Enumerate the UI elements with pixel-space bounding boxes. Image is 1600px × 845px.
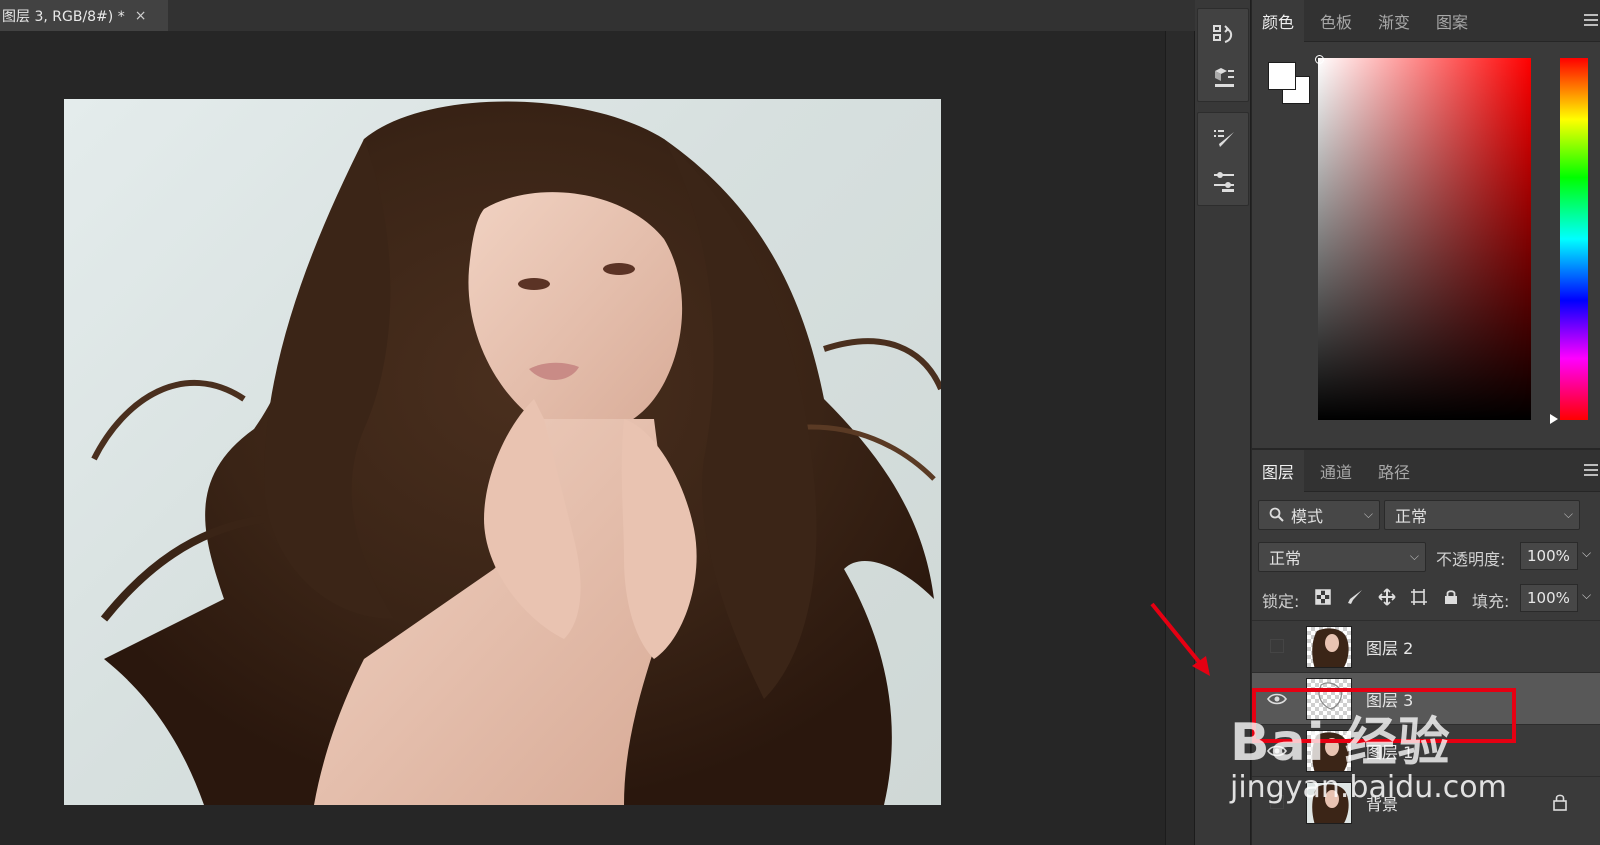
brush-settings-icon[interactable]: [1198, 119, 1250, 159]
history-icon[interactable]: [1198, 15, 1250, 55]
layer-thumbnail[interactable]: [1306, 626, 1352, 668]
visibility-toggle[interactable]: [1270, 795, 1284, 809]
tab-color[interactable]: 颜色: [1252, 0, 1305, 42]
search-icon: [1269, 507, 1284, 522]
panel-menu-icon[interactable]: [1584, 14, 1598, 26]
color-field-marker[interactable]: [1315, 55, 1324, 64]
document-tab-title: 图层 3, RGB/8#) *: [2, 8, 125, 25]
tab-swatches[interactable]: 色板: [1310, 0, 1362, 42]
lock-all-icon[interactable]: [1440, 586, 1462, 608]
layers-panel: 图层 通道 路径 模式 ⌵ 正常 ⌵ 正常 ⌵ 不透明度: 100% ⌵ 锁定:: [1252, 450, 1600, 845]
tab-layers[interactable]: 图层: [1252, 450, 1305, 492]
tool-group-1: [1197, 8, 1249, 102]
opacity-input[interactable]: 100%: [1520, 542, 1578, 570]
layer-row[interactable]: 背景: [1252, 776, 1600, 828]
lock-image-pixels-icon[interactable]: [1344, 586, 1366, 608]
layer-name: 图层 2: [1366, 638, 1414, 658]
portrait-photo: [91, 101, 941, 805]
layers-panel-menu-icon[interactable]: [1584, 464, 1598, 476]
photoshop-window: 图层 3, RGB/8#) * × 颜色 色板 渐变 图案 图层 通道 路径 模…: [0, 0, 1600, 845]
document-tab-bar: 图层 3, RGB/8#) * ×: [0, 0, 1195, 31]
foreground-color-swatch[interactable]: [1268, 62, 1296, 90]
close-tab-icon[interactable]: ×: [135, 8, 147, 24]
lock-artboard-icon[interactable]: [1408, 586, 1430, 608]
chevron-down-icon: ⌵: [1409, 549, 1419, 563]
opacity-label: 不透明度:: [1436, 550, 1506, 569]
layers-panel-tabs: 图层 通道 路径: [1252, 450, 1600, 492]
fill-input[interactable]: 100%: [1520, 584, 1578, 612]
3d-material-icon[interactable]: [1198, 57, 1250, 97]
tab-channels[interactable]: 通道: [1310, 450, 1362, 492]
chevron-down-icon: ⌵: [1363, 507, 1373, 521]
hue-slider-marker[interactable]: [1550, 414, 1558, 424]
tool-group-2: [1197, 112, 1249, 206]
layer-thumbnail[interactable]: [1306, 782, 1352, 824]
tab-paths[interactable]: 路径: [1368, 450, 1420, 492]
chevron-down-icon: ⌵: [1563, 507, 1573, 521]
color-panel-tabs: 颜色 色板 渐变 图案: [1252, 0, 1600, 42]
panel-separator[interactable]: [1165, 31, 1195, 845]
document-tab[interactable]: 图层 3, RGB/8#) * ×: [0, 0, 168, 31]
blend-mode-select[interactable]: 正常 ⌵: [1258, 542, 1426, 572]
color-panel: 颜色 色板 渐变 图案: [1252, 0, 1600, 448]
color-picker-field[interactable]: [1318, 58, 1531, 420]
adjustments-icon[interactable]: [1198, 161, 1250, 201]
hue-slider[interactable]: [1560, 58, 1588, 420]
fill-chevron-icon[interactable]: ⌵: [1582, 588, 1591, 603]
lock-label: 锁定:: [1262, 592, 1300, 611]
visibility-toggle[interactable]: [1270, 639, 1284, 653]
layer-row[interactable]: 图层 2: [1252, 620, 1600, 672]
annotation-highlight-box: [1252, 688, 1516, 743]
tab-patterns[interactable]: 图案: [1426, 0, 1478, 42]
lock-transparent-pixels-icon[interactable]: [1312, 586, 1334, 608]
panel-icon-strip: [1195, 0, 1251, 845]
canvas-area[interactable]: [0, 31, 1165, 845]
canvas-image[interactable]: [64, 99, 941, 805]
tab-gradients[interactable]: 渐变: [1368, 0, 1420, 42]
fill-label: 填充:: [1472, 592, 1510, 611]
layer-filter-kind-label: 模式: [1291, 507, 1324, 526]
annotation-arrow: [1150, 602, 1210, 676]
lock-icon[interactable]: [1552, 793, 1572, 813]
layer-name: 背景: [1366, 794, 1399, 814]
blend-mode-label: 正常: [1269, 549, 1302, 568]
opacity-chevron-icon[interactable]: ⌵: [1582, 546, 1591, 561]
lock-position-icon[interactable]: [1376, 586, 1398, 608]
layer-filter-value-select[interactable]: 正常 ⌵: [1384, 500, 1580, 530]
layer-filter-kind-select[interactable]: 模式 ⌵: [1258, 500, 1380, 530]
layer-filter-value-label: 正常: [1395, 507, 1428, 526]
